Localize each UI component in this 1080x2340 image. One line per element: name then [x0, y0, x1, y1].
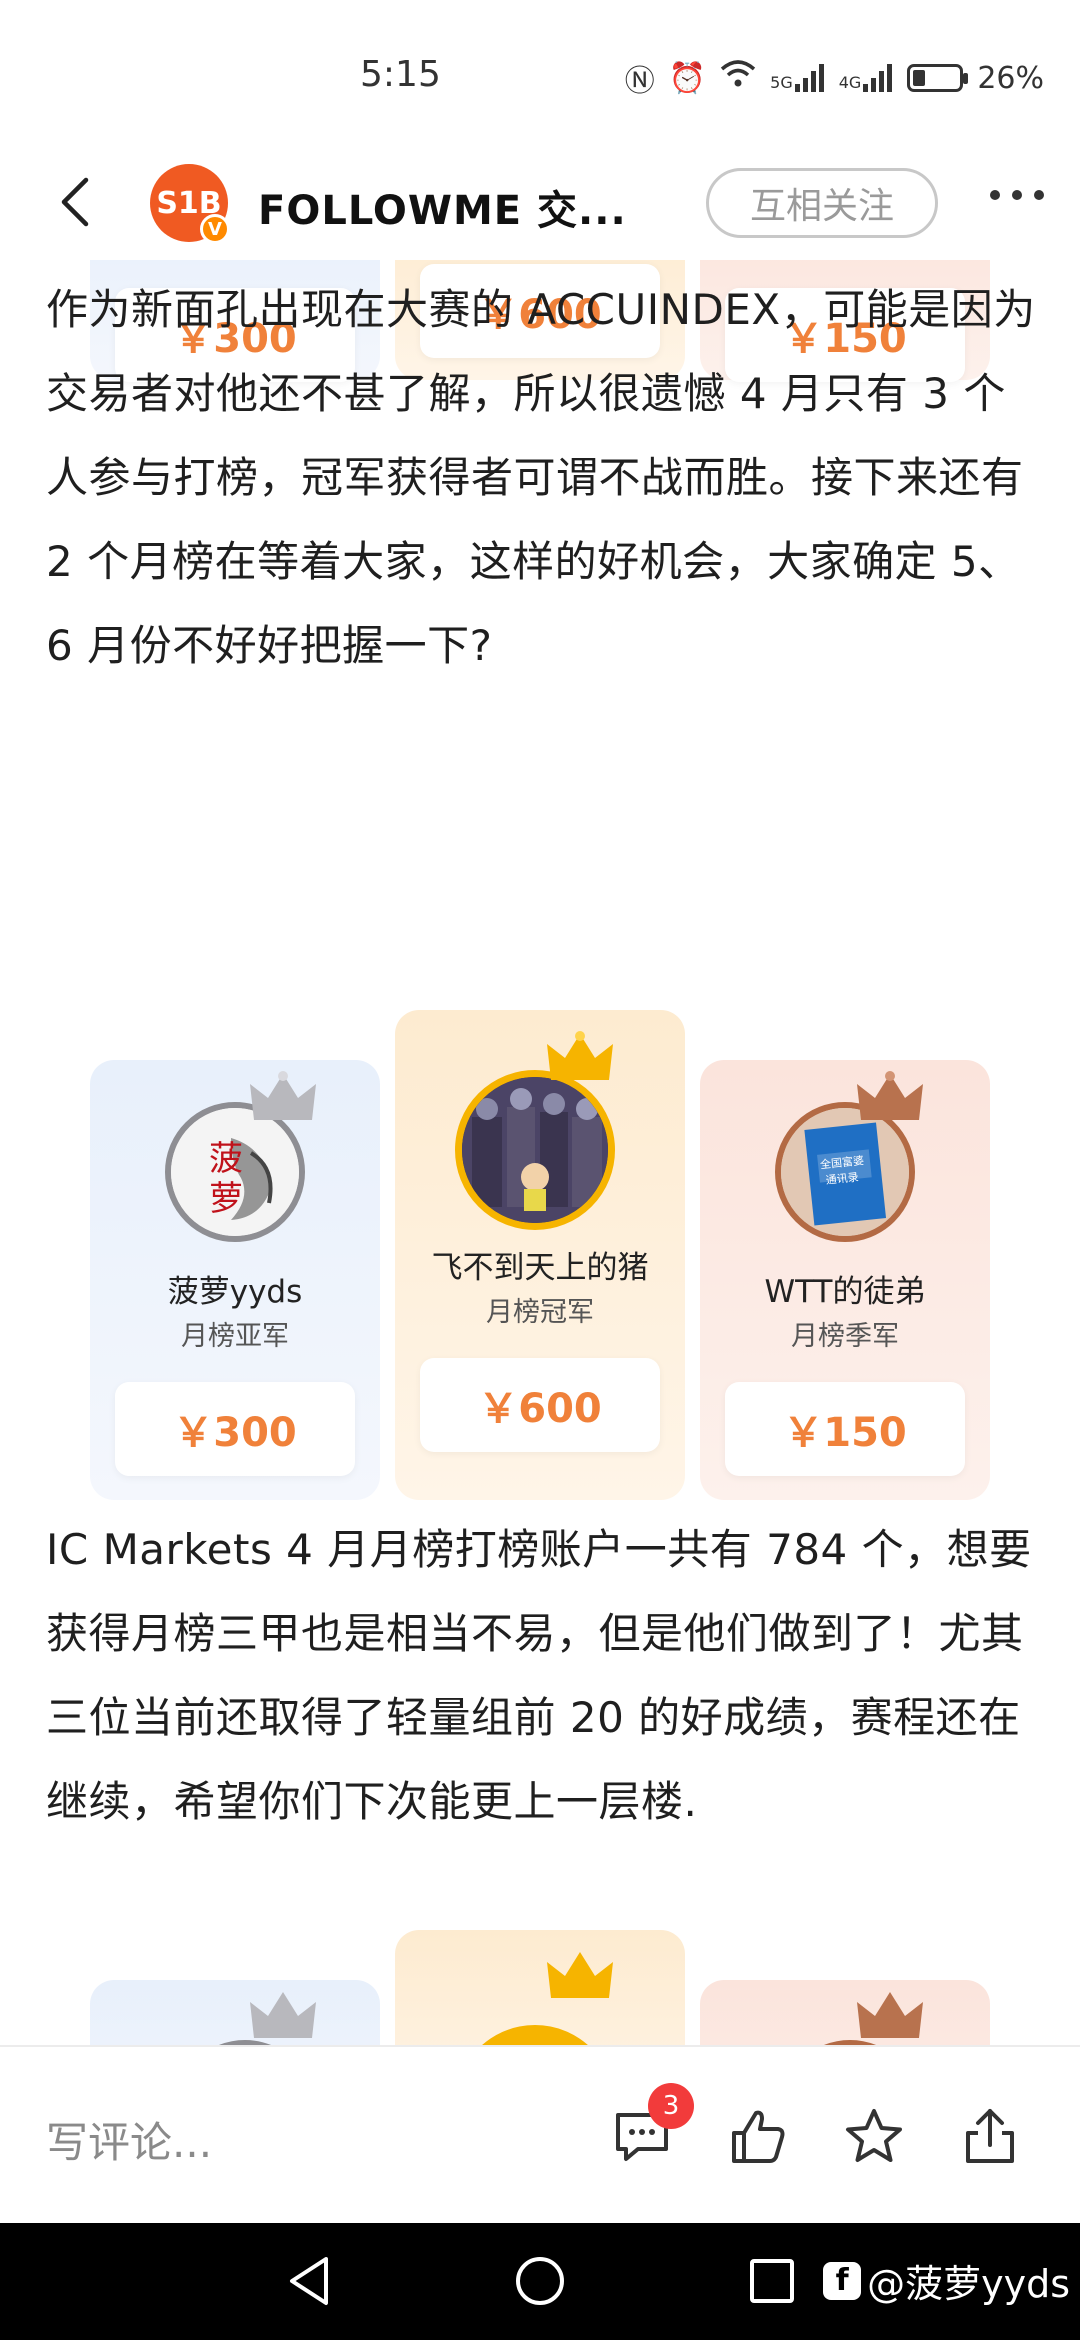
comment-count-badge: 3	[648, 2083, 694, 2129]
watermark-logo-icon: f	[823, 2261, 862, 2300]
article-content[interactable]: ￥300 ￥600 ￥150 作为新面孔出现在大赛的 ACCUINDEX，可能是…	[0, 260, 1080, 2045]
bronze-crown-icon	[857, 1992, 923, 2038]
like-icon[interactable]	[726, 2105, 790, 2169]
silver-crown-icon	[250, 1992, 316, 2038]
prize-bronze: ￥150	[725, 1382, 965, 1476]
favorite-star-icon[interactable]	[842, 2105, 906, 2169]
avatar-silver-char-2: 萝	[209, 1179, 243, 1219]
signal-5g-icon: 5G	[770, 64, 825, 92]
follow-button[interactable]: 互相关注	[706, 168, 938, 238]
watermark: f @菠萝yyds	[823, 2253, 1070, 2308]
nav-home-icon[interactable]	[512, 2253, 568, 2309]
prize-silver: ￥300	[115, 1382, 355, 1476]
battery-percent: 26%	[977, 60, 1044, 96]
avatar-gold[interactable]	[455, 1070, 615, 1230]
watermark-text: @菠萝yyds	[867, 2262, 1070, 2306]
winner-name-bronze: WTT的徒弟	[764, 1274, 926, 1310]
nfc-icon: Ⓝ	[624, 64, 655, 99]
paragraph-ic-markets: IC Markets 4 月月榜打榜账户一共有 784 个，想要获得月榜三甲也是…	[46, 1525, 1032, 1826]
podium-card-bronze	[700, 1980, 990, 2045]
share-icon[interactable]	[958, 2105, 1022, 2169]
podium-card-silver	[90, 1980, 380, 2045]
article-header: S1B V FOLLOWME 交... 互相关注	[0, 150, 1080, 260]
status-bar: 5:15 Ⓝ ⏰ 5G 4G 26%	[0, 0, 1080, 150]
winner-rank-silver: 月榜亚军	[181, 1321, 289, 1352]
winner-name-silver: 菠萝yyds	[167, 1274, 303, 1310]
status-time: 5:15	[360, 54, 441, 95]
podium-next-partial	[90, 1930, 990, 2045]
more-options-icon[interactable]	[990, 190, 1044, 200]
podium-ic-markets: 菠 萝 菠萝yyds 月榜亚军 ￥300 飞不到天上的猪 月榜冠军 ￥600 全…	[90, 1010, 990, 1510]
wifi-icon	[720, 59, 756, 97]
silver-crown-icon	[250, 1071, 316, 1120]
comment-input[interactable]: 写评论...	[46, 2109, 212, 2170]
nav-recents-icon[interactable]	[744, 2253, 800, 2309]
system-nav-bar: f @菠萝yyds	[0, 2223, 1080, 2340]
winner-name-gold: 飞不到天上的猪	[431, 1250, 649, 1286]
gold-crown-icon	[547, 1952, 613, 1998]
battery-icon	[907, 64, 969, 92]
status-icons: Ⓝ ⏰ 5G 4G 26%	[625, 56, 1044, 100]
paragraph-accuindex: 作为新面孔出现在大赛的 ACCUINDEX，可能是因为交易者对他还不甚了解，所以…	[46, 285, 1036, 670]
signal-4g-icon: 4G	[839, 64, 894, 92]
avatar-silver-char-1: 菠	[209, 1139, 243, 1179]
nav-back-icon[interactable]	[282, 2253, 338, 2309]
alarm-icon: ⏰	[668, 60, 707, 96]
bronze-crown-icon	[857, 1071, 923, 1120]
winner-rank-gold: 月榜冠军	[486, 1297, 594, 1328]
verified-icon: V	[200, 214, 230, 244]
back-arrow-icon[interactable]	[48, 172, 108, 232]
account-avatar[interactable]: S1B V	[150, 164, 230, 244]
account-name[interactable]: FOLLOWME 交...	[258, 178, 627, 236]
gold-crown-icon	[547, 1031, 613, 1080]
bottom-action-bar: 写评论... 3	[0, 2045, 1080, 2223]
winner-rank-bronze: 月榜季军	[791, 1321, 899, 1352]
prize-gold: ￥600	[420, 1358, 660, 1452]
